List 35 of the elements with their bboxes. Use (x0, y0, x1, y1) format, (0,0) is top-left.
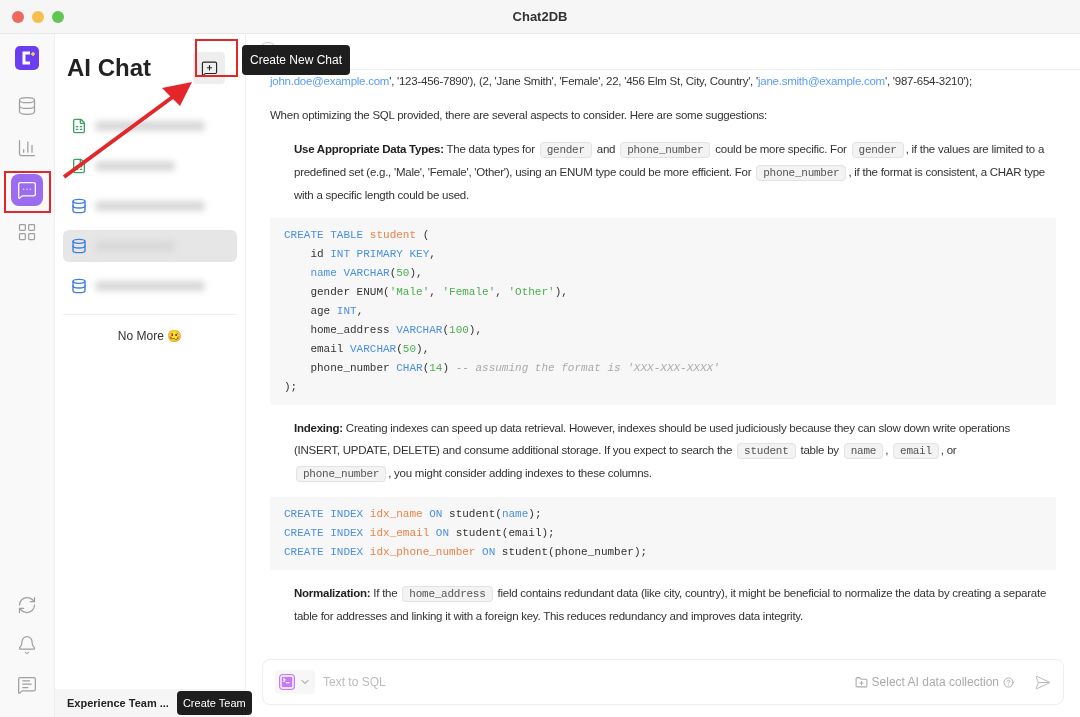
close-window-button[interactable] (12, 10, 24, 23)
chat-input-bar[interactable]: Text to SQL Select AI data collection (262, 659, 1064, 705)
message-paragraph: Use Appropriate Data Types: The data types for gender and phone_number could be more specific. For gender , if the values are limited to a predefined set (e.g., 'Male', 'Female', 'Other'), using an ENUM type could be more efficient. For phone_number , if the format is consistent, a CHAR type with a specific length could be used. (294, 141, 1046, 203)
help-icon (1003, 676, 1014, 688)
send-button[interactable] (1034, 673, 1051, 691)
new-chat-tooltip: Create New Chat (242, 45, 351, 75)
folder-icon (854, 675, 868, 689)
chat-plus-icon (200, 59, 218, 77)
mode-selector[interactable] (275, 670, 315, 694)
database-icon (71, 238, 87, 254)
zoom-window-button[interactable] (52, 10, 64, 23)
app-logo (15, 46, 39, 70)
select-collection-button[interactable]: Select AI data collection (854, 673, 1014, 691)
team-name: Experience Team ... (67, 695, 169, 711)
chat-icon[interactable] (11, 174, 43, 206)
end-of-list-note: No More 🥴 (117, 329, 183, 343)
prompt-field[interactable]: Text to SQL (323, 673, 847, 691)
window-title: Chat2DB (512, 7, 568, 26)
spreadsheet-icon (71, 118, 87, 134)
spreadsheet-icon (71, 158, 87, 174)
panel-title: AI Chat (67, 53, 151, 83)
highlight-frame (4, 171, 51, 213)
highlight-frame (195, 39, 238, 77)
create-team-tooltip: Create Team (176, 690, 252, 716)
database-icon (71, 278, 87, 294)
message-paragraph: Normalization: If the home_address field contains redundant data (like city, country), it might be beneficial to normalize the data by creating a separate table for addresses and linking it with a foreign key. This reduces redundancy and improves data integrity. (294, 585, 1048, 624)
code-block: CREATE TABLE student ( id INT PRIMARY KEY, name VARCHAR(50), gender ENUM('Male', 'Female', 'Other'), age INT, home_address VARCHAR(100), email VARCHAR(50), phone_number CHAR(14) -- assuming the format is 'XXX-XXX-XXXX' ); (270, 218, 1056, 405)
message-paragraph: Indexing: Creating indexes can speed up data retrieval. However, indexes should be used judiciously because they can slow down write operations (INSERT, UPDATE, DELETE) and consume additional storage. If you expect to search the student table by name , email , or phone_number , you might consider adding indexes to these columns. (294, 421, 1011, 484)
message-paragraph: When optimizing the SQL provided, there are several aspects to consider. Here are some suggestions: (270, 108, 769, 123)
database-icon (71, 198, 87, 214)
terminal-icon (279, 674, 295, 690)
message-paragraph: john.doe@example.com', '123-456-7890'), (2, 'Jane Smith', 'Female', 22, '456 Elm St, City, Country', 'jane.smith@example.com', '987-654-3210'); (270, 74, 973, 89)
minimize-window-button[interactable] (32, 10, 44, 23)
email-link[interactable]: john.doe@example.com (270, 75, 390, 87)
code-block: CREATE INDEX idx_name ON student(name); CREATE INDEX idx_email ON student(email); CREATE INDEX idx_phone_number ON student(phone_number); (270, 497, 1056, 570)
